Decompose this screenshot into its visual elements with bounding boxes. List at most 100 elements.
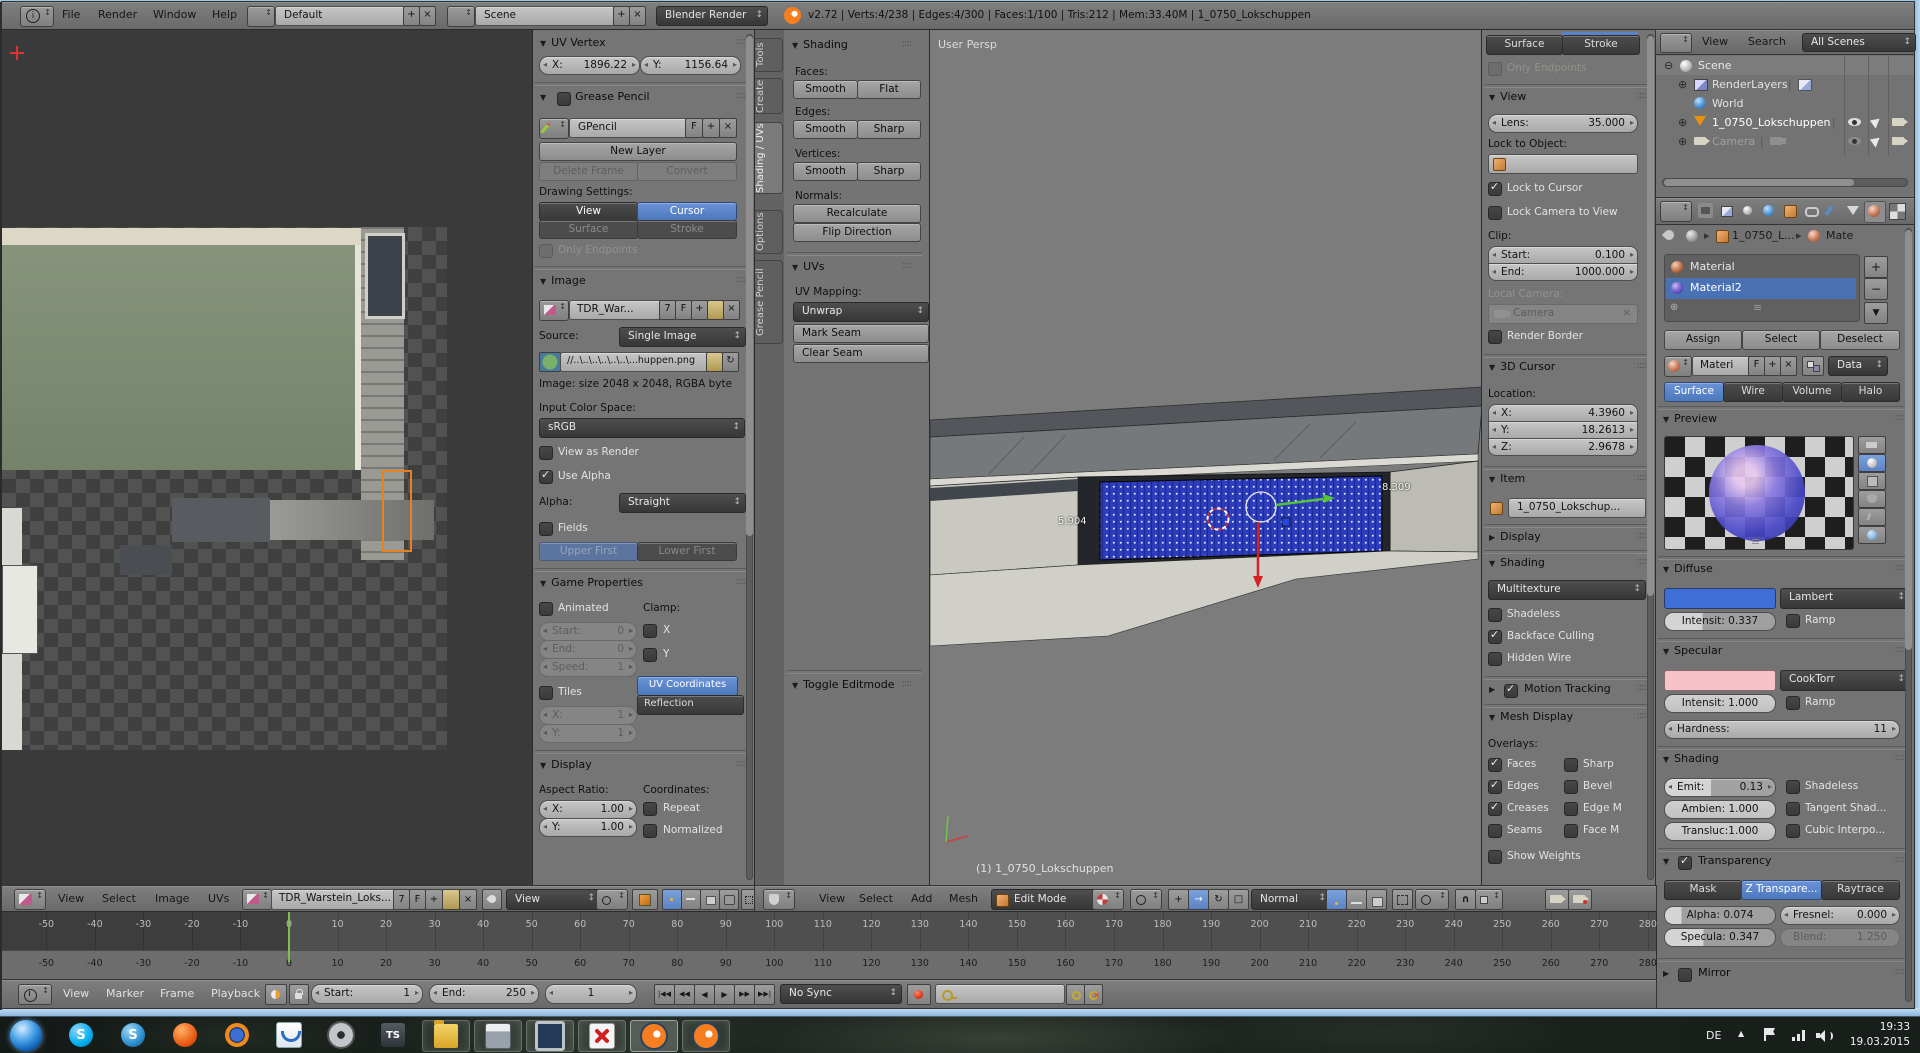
hardness-field[interactable]: Hardness:11 <box>1664 720 1900 739</box>
toolshelf-tab-create[interactable]: Create <box>755 78 783 114</box>
image-name-field[interactable]: TDR_War... <box>569 300 666 320</box>
outliner-menu-view[interactable]: View <box>1702 35 1728 48</box>
game-end-field[interactable]: End:0 <box>539 640 637 659</box>
toolshelf-tab-tools[interactable]: Tools <box>755 38 783 72</box>
panel-motion-tracking-header[interactable]: ▶Motion Tracking:::: <box>1482 682 1656 698</box>
uv-display-mode-select[interactable]: View <box>506 889 600 910</box>
uv-image-datablock-icon[interactable] <box>242 889 272 910</box>
menu-window[interactable]: Window <box>153 8 196 21</box>
delete-frame-button[interactable]: Delete Frame <box>539 162 638 181</box>
3d-editor-type-icon[interactable] <box>763 889 795 910</box>
overlay-edges-checkbox[interactable] <box>1488 780 1502 794</box>
outliner-scrollbar[interactable] <box>1662 178 1908 187</box>
pivot-point-icon[interactable] <box>1130 889 1162 910</box>
viewport-shading-icon[interactable] <box>1092 889 1124 910</box>
taskbar-skype-icon[interactable]: S <box>58 1020 104 1050</box>
cursor-z-field[interactable]: Z:2.9678 <box>1488 438 1638 456</box>
tangent-shading-checkbox[interactable] <box>1786 802 1800 816</box>
gp-stroke-button[interactable]: Stroke <box>637 220 737 239</box>
clear-seam-button[interactable]: Clear Seam <box>793 344 929 363</box>
outliner-row-renderlayers[interactable]: ⊕ RenderLayers | <box>1656 75 1914 94</box>
convert-button[interactable]: Convert <box>637 162 737 181</box>
motion-tracking-checkbox[interactable] <box>1504 684 1518 698</box>
taskbar-blender-secondary-icon[interactable] <box>682 1020 730 1052</box>
use-alpha-checkbox[interactable] <box>539 470 553 484</box>
specular-transp-slider[interactable]: Specula: 0.347 <box>1664 928 1776 947</box>
tray-network-icon[interactable] <box>1792 1030 1808 1041</box>
editor-type-info-icon[interactable]: i <box>20 6 54 27</box>
properties-scrollbar[interactable] <box>1905 228 1912 1002</box>
toolshelf-tab-shading-uvs[interactable]: Shading / UVs <box>755 122 783 194</box>
taskbar-teamspeak-icon[interactable]: TS <box>370 1020 416 1050</box>
uv-panel-scrollbar[interactable] <box>746 34 753 880</box>
transp-raytrace-button[interactable]: Raytrace <box>1821 880 1900 900</box>
timeline-menu-playback[interactable]: Playback <box>211 987 260 1000</box>
material-slot-add-button[interactable]: + <box>1864 256 1888 278</box>
uv-vertex-x-field[interactable]: X:1896.22 <box>539 56 640 75</box>
faces-flat-button[interactable]: Flat <box>857 80 921 99</box>
uv-image-unlink-button[interactable]: × <box>459 889 477 910</box>
image-unlink-button[interactable]: × <box>723 300 740 320</box>
manipulator-scale-icon[interactable]: □ <box>1228 889 1249 910</box>
upper-first-button[interactable]: Upper First <box>539 542 638 561</box>
select-mode-vertex-icon[interactable] <box>1326 889 1347 910</box>
taskbar-image-viewer-icon[interactable] <box>526 1020 574 1052</box>
overlay-edgem-checkbox[interactable] <box>1564 802 1578 816</box>
material-link-select[interactable]: Data <box>1828 356 1888 376</box>
panel-item-header[interactable]: ▼Item:::: <box>1482 472 1656 488</box>
np-surface-button[interactable]: Surface <box>1486 35 1563 55</box>
keying-set-field[interactable] <box>935 984 1065 1004</box>
timeline-menu-frame[interactable]: Frame <box>160 987 194 1000</box>
expand-icon[interactable]: ⊕ <box>1678 135 1687 148</box>
mirror-checkbox[interactable] <box>1678 968 1692 982</box>
tiles-x-field[interactable]: X:1 <box>539 706 637 725</box>
uv-select-face-icon[interactable] <box>700 889 720 910</box>
tab-texture-icon[interactable] <box>1889 203 1906 220</box>
delete-keyframe-icon[interactable]: × <box>1084 984 1103 1005</box>
material-unlink-button[interactable]: × <box>1780 356 1797 376</box>
material-name-field[interactable]: Materi <box>1692 356 1755 376</box>
taskbar-settings-gear-icon[interactable] <box>318 1020 364 1050</box>
opengl-render-icon[interactable] <box>1545 889 1569 910</box>
image-add-button[interactable]: + <box>691 300 708 320</box>
overlay-creases-checkbox[interactable] <box>1488 802 1502 816</box>
backface-culling-checkbox[interactable] <box>1488 630 1502 644</box>
preview-world-button[interactable] <box>1858 526 1886 544</box>
frame-end-field[interactable]: End:250 <box>429 984 539 1004</box>
reflection-button[interactable]: Reflection <box>637 695 744 715</box>
tab-object-icon[interactable] <box>1782 203 1797 218</box>
toolshelf-tab-grease-pencil[interactable]: Grease Pencil <box>755 260 783 344</box>
time-cursor-toggle-icon[interactable] <box>265 984 287 1005</box>
panel-mirror-header[interactable]: ▶Mirror:::: <box>1656 966 1914 982</box>
repeat-checkbox[interactable] <box>643 802 657 816</box>
tab-modifiers-icon[interactable] <box>1824 203 1839 218</box>
taskbar-app-orange-icon[interactable] <box>162 1020 208 1050</box>
clamp-y-checkbox[interactable] <box>643 648 657 662</box>
tiles-checkbox[interactable] <box>539 686 553 700</box>
screen-layout-field[interactable]: Default <box>275 6 411 26</box>
properties-editor-icon[interactable] <box>1660 201 1692 222</box>
transp-ztransparency-button[interactable]: Z Transpare... <box>1741 880 1822 900</box>
emit-field[interactable]: Emit:0.13 <box>1664 778 1776 797</box>
panel-diffuse-header[interactable]: ▼Diffuse:::: <box>1656 562 1914 578</box>
current-frame-field[interactable]: 1 <box>545 984 637 1004</box>
scene-icon[interactable] <box>447 6 475 27</box>
visibility-eye-icon[interactable] <box>1848 137 1861 145</box>
renderability-camera-icon[interactable] <box>1892 118 1904 126</box>
tiles-y-field[interactable]: Y:1 <box>539 724 637 743</box>
add-scene-button[interactable]: + <box>613 6 630 26</box>
mat-shadeless-checkbox[interactable] <box>1786 780 1800 794</box>
preview-flat-button[interactable] <box>1858 436 1886 454</box>
aspect-x-field[interactable]: X:1.00 <box>539 800 637 819</box>
material-slot-1[interactable]: Material <box>1666 257 1856 278</box>
tray-clock[interactable]: 19:33 19.03.2015 <box>1846 1020 1910 1051</box>
blend-field[interactable]: Blend:1.250 <box>1780 928 1900 947</box>
material-datablock-icon[interactable] <box>1664 356 1692 377</box>
gpencil-pencil-icon[interactable] <box>539 118 569 139</box>
vertices-sharp-button[interactable]: Sharp <box>857 162 921 181</box>
outliner-row-camera[interactable]: ⊕ Camera | <box>1656 132 1914 151</box>
panel-game-properties-header[interactable]: ▼Game Properties:::: <box>533 576 755 592</box>
preview-hair-button[interactable]: ⫽ <box>1858 508 1886 526</box>
menu-help[interactable]: Help <box>212 8 237 21</box>
image-source-select[interactable]: Single Image <box>619 327 746 347</box>
